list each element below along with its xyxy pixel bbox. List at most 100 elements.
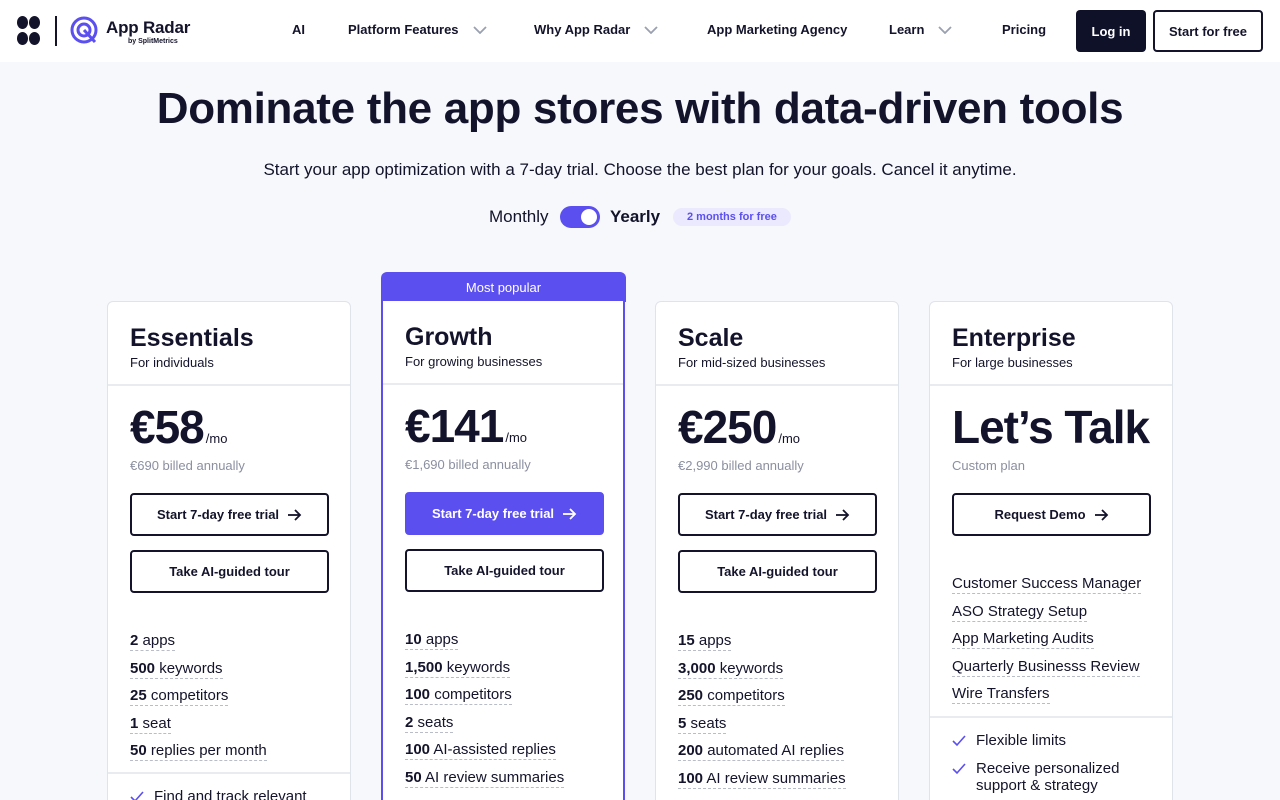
price-unit: /mo: [778, 431, 801, 446]
nav-ai[interactable]: AI: [292, 22, 305, 37]
check-feature: Flexible limits: [952, 732, 1066, 749]
plan-name: Growth: [405, 323, 493, 351]
billing-yearly-label[interactable]: Yearly: [610, 207, 660, 227]
feature-text[interactable]: 500 keywords: [130, 659, 223, 679]
billing-monthly-label[interactable]: Monthly: [489, 207, 549, 227]
plan-price: €141 /mo: [405, 399, 527, 453]
list-item: 15 apps: [678, 631, 846, 659]
list-item: 5 seats: [678, 714, 846, 742]
nav-label: Pricing: [1002, 22, 1047, 37]
button-label: Start 7-day free trial: [431, 506, 555, 521]
request-demo-button[interactable]: Request Demo: [952, 493, 1151, 536]
divider: [930, 384, 1172, 386]
feature-text[interactable]: 10 apps: [405, 631, 459, 650]
feature-list: Customer Success Manager ASO Strategy Se…: [952, 574, 1142, 712]
check-icon: [952, 735, 966, 747]
feature-text[interactable]: 3,000 keywords: [678, 659, 784, 679]
feature-text[interactable]: 200 automated AI replies: [678, 742, 844, 761]
billed-annually-text: €2,990 billed annually: [678, 458, 804, 473]
arrow-right-icon: [1094, 508, 1108, 521]
list-item: 100 AI review summaries: [678, 769, 846, 797]
list-item: Customer Success Manager: [952, 574, 1142, 602]
divider: [383, 383, 623, 385]
ai-guided-tour-button[interactable]: Take AI-guided tour: [130, 550, 329, 593]
check-icon: [130, 791, 144, 800]
plan-card-scale: Scale For mid-sized businesses €250 /mo …: [655, 301, 899, 800]
feature-text[interactable]: 1 seat: [130, 714, 171, 734]
arrow-right-icon: [563, 507, 577, 520]
feature-text[interactable]: Quarterly Businesss Review: [952, 657, 1140, 677]
start-trial-button[interactable]: Start 7-day free trial: [405, 492, 604, 535]
plan-price: Let’s Talk: [952, 400, 1150, 454]
list-item: 2 apps: [130, 631, 267, 659]
button-label: Request Demo: [994, 507, 1086, 522]
start-for-free-button[interactable]: Start for free: [1153, 10, 1263, 52]
list-item: 10 apps: [405, 630, 564, 658]
list-item: 3,000 keywords: [678, 659, 846, 687]
most-popular-badge: Most popular: [381, 272, 626, 302]
price-unit: /mo: [205, 431, 228, 446]
brand-name[interactable]: App Radar: [106, 18, 190, 38]
brand-subtitle: by SplitMetrics: [128, 38, 178, 45]
feature-text[interactable]: 50 replies per month: [130, 742, 267, 761]
list-item: 2 seats: [405, 713, 564, 741]
billed-annually-text: €690 billed annually: [130, 458, 245, 473]
feature-text[interactable]: Customer Success Manager: [952, 575, 1142, 594]
check-feature: Receive personalized support & strategy: [952, 760, 1142, 794]
list-item: 100 competitors: [405, 685, 564, 713]
plan-card-essentials: Essentials For individuals €58 /mo €690 …: [107, 301, 351, 800]
feature-text[interactable]: 250 competitors: [678, 687, 785, 706]
list-item: 100 AI-assisted replies: [405, 740, 564, 768]
start-trial-button[interactable]: Start 7-day free trial: [678, 493, 877, 536]
toggle-knob: [581, 209, 597, 225]
price-value: €58: [130, 401, 205, 453]
feature-text[interactable]: 2 seats: [405, 713, 454, 733]
check-feature-text: Flexible limits: [976, 732, 1067, 749]
nav-why-app-radar[interactable]: Why App Radar: [534, 22, 658, 37]
feature-text[interactable]: 2 apps: [130, 632, 176, 651]
plan-audience: For large businesses: [952, 355, 1073, 370]
feature-text[interactable]: 1,500 keywords: [405, 658, 511, 678]
feature-text[interactable]: App Marketing Audits: [952, 630, 1094, 649]
billed-annually-text: €1,690 billed annually: [405, 457, 531, 472]
plan-price: €250 /mo: [678, 400, 800, 454]
page-subtitle: Start your app optimization with a 7-day…: [263, 160, 1017, 179]
feature-text[interactable]: 50 AI review summaries: [405, 768, 565, 788]
start-trial-button[interactable]: Start 7-day free trial: [130, 493, 329, 536]
promo-badge: 2 months for free: [673, 208, 791, 226]
plan-card-growth: Growth For growing businesses €141 /mo €…: [381, 301, 625, 800]
billing-period-toggle[interactable]: [560, 206, 600, 228]
feature-text[interactable]: 15 apps: [678, 632, 732, 651]
check-icon: [952, 763, 966, 775]
feature-text[interactable]: 100 competitors: [405, 686, 512, 705]
ai-guided-tour-button[interactable]: Take AI-guided tour: [678, 550, 877, 593]
nav-label: AI: [292, 22, 305, 37]
nav-platform-features[interactable]: Platform Features: [348, 22, 487, 37]
splitmetrics-logo-icon[interactable]: [17, 16, 41, 46]
feature-text[interactable]: ASO Strategy Setup: [952, 602, 1088, 622]
feature-list: 2 apps 500 keywords 25 competitors 1 sea…: [130, 631, 267, 769]
nav-learn[interactable]: Learn: [889, 22, 953, 37]
list-item: App Marketing Audits: [952, 629, 1141, 657]
ai-guided-tour-button[interactable]: Take AI-guided tour: [405, 549, 604, 592]
feature-text[interactable]: 25 competitors: [130, 687, 229, 706]
divider: [930, 716, 1172, 718]
plan-audience: For individuals: [130, 355, 214, 370]
app-radar-logo-icon[interactable]: [69, 15, 99, 45]
nav-app-marketing-agency[interactable]: App Marketing Agency: [707, 22, 847, 37]
check-feature-text: Receive personalized support & strategy: [976, 760, 1120, 794]
feature-text[interactable]: 5 seats: [678, 714, 727, 734]
login-button[interactable]: Log in: [1076, 10, 1146, 52]
arrow-right-icon: [836, 508, 850, 521]
feature-text[interactable]: 100 AI-assisted replies: [405, 741, 556, 760]
button-label: Start 7-day free trial: [156, 507, 280, 522]
feature-text[interactable]: 100 AI review summaries: [678, 769, 846, 789]
list-item: 1 seat: [130, 714, 267, 742]
list-item: 50 replies per month: [130, 741, 267, 769]
list-item: ASO Strategy Setup: [952, 602, 1141, 630]
nav-pricing[interactable]: Pricing: [1002, 22, 1046, 37]
plan-name: Scale: [678, 324, 744, 352]
list-item: 50 AI review summaries: [405, 768, 565, 796]
feature-text[interactable]: Wire Transfers: [952, 685, 1050, 704]
chevron-down-icon: [644, 25, 658, 34]
